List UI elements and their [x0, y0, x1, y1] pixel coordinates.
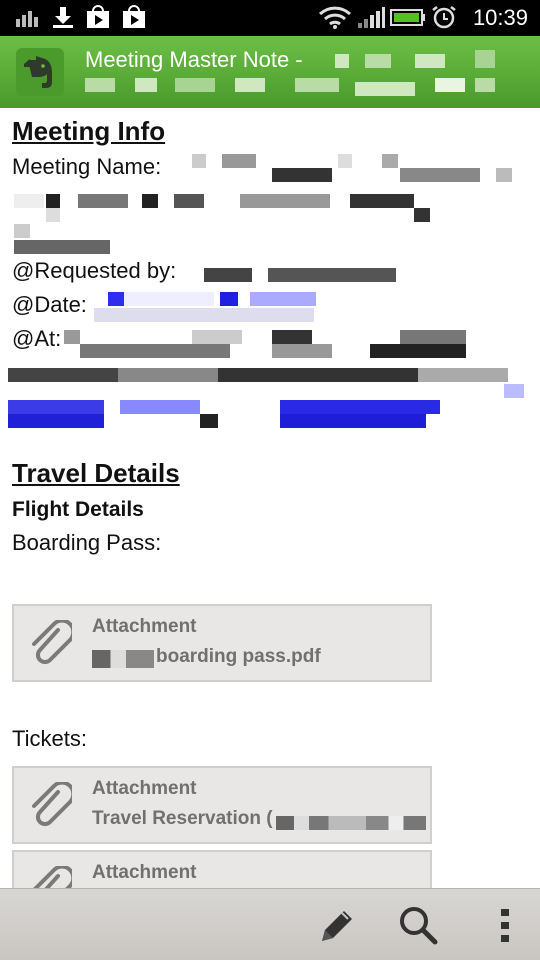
search-icon[interactable]: [396, 903, 440, 947]
paperclip-icon: [33, 866, 72, 888]
status-time: 10:39: [472, 5, 528, 30]
heading-travel-details: Travel Details: [12, 458, 180, 488]
battery-icon: [390, 9, 425, 26]
overflow-menu-icon[interactable]: [484, 903, 528, 947]
attachment-filename: boarding pass.pdf: [156, 646, 321, 667]
play-store-icon: [123, 5, 145, 28]
meeting-name-label: Meeting Name:: [12, 154, 162, 179]
note-title: Meeting Master Note -: [85, 47, 303, 72]
wifi-icon: [318, 6, 352, 29]
attachment-boarding-pass[interactable]: Attachment boarding pass.pdf: [12, 604, 432, 682]
requested-by-label: @Requested by:: [12, 258, 177, 283]
note-content[interactable]: Meeting Info Meeting Name: @Requested by…: [0, 108, 540, 888]
attachment-third[interactable]: Attachment: [12, 850, 432, 888]
status-bar: 10:39: [0, 0, 540, 36]
edit-pencil-icon[interactable]: [314, 903, 358, 947]
attachment-label: Attachment: [92, 778, 197, 799]
app-bar: Meeting Master Note -: [0, 36, 540, 108]
bottom-action-bar: [0, 888, 540, 960]
redacted-filename-prefix: [92, 650, 154, 668]
download-icon: [53, 7, 73, 28]
date-label: @Date:: [12, 292, 87, 317]
paperclip-icon: [32, 782, 72, 827]
evernote-elephant-icon[interactable]: [16, 48, 64, 96]
cell-signal-icon: [358, 7, 385, 28]
attachment-travel-reservation[interactable]: Attachment Travel Reservation (: [12, 766, 432, 844]
title-redacted: [85, 50, 505, 100]
redacted-filename-suffix: [276, 816, 426, 830]
paperclip-icon: [32, 620, 72, 665]
boarding-pass-label: Boarding Pass:: [12, 530, 162, 555]
heading-meeting-info: Meeting Info: [12, 116, 166, 146]
tickets-label: Tickets:: [12, 726, 87, 751]
signal-bars-icon: [16, 11, 38, 27]
at-label: @At:: [12, 326, 62, 351]
attachment-label: Attachment: [92, 862, 197, 883]
flight-details-label: Flight Details: [12, 498, 144, 521]
alarm-icon: [432, 6, 456, 29]
play-store-icon: [87, 5, 109, 28]
attachment-label: Attachment: [92, 616, 197, 637]
attachment-filename: Travel Reservation (: [92, 808, 273, 829]
